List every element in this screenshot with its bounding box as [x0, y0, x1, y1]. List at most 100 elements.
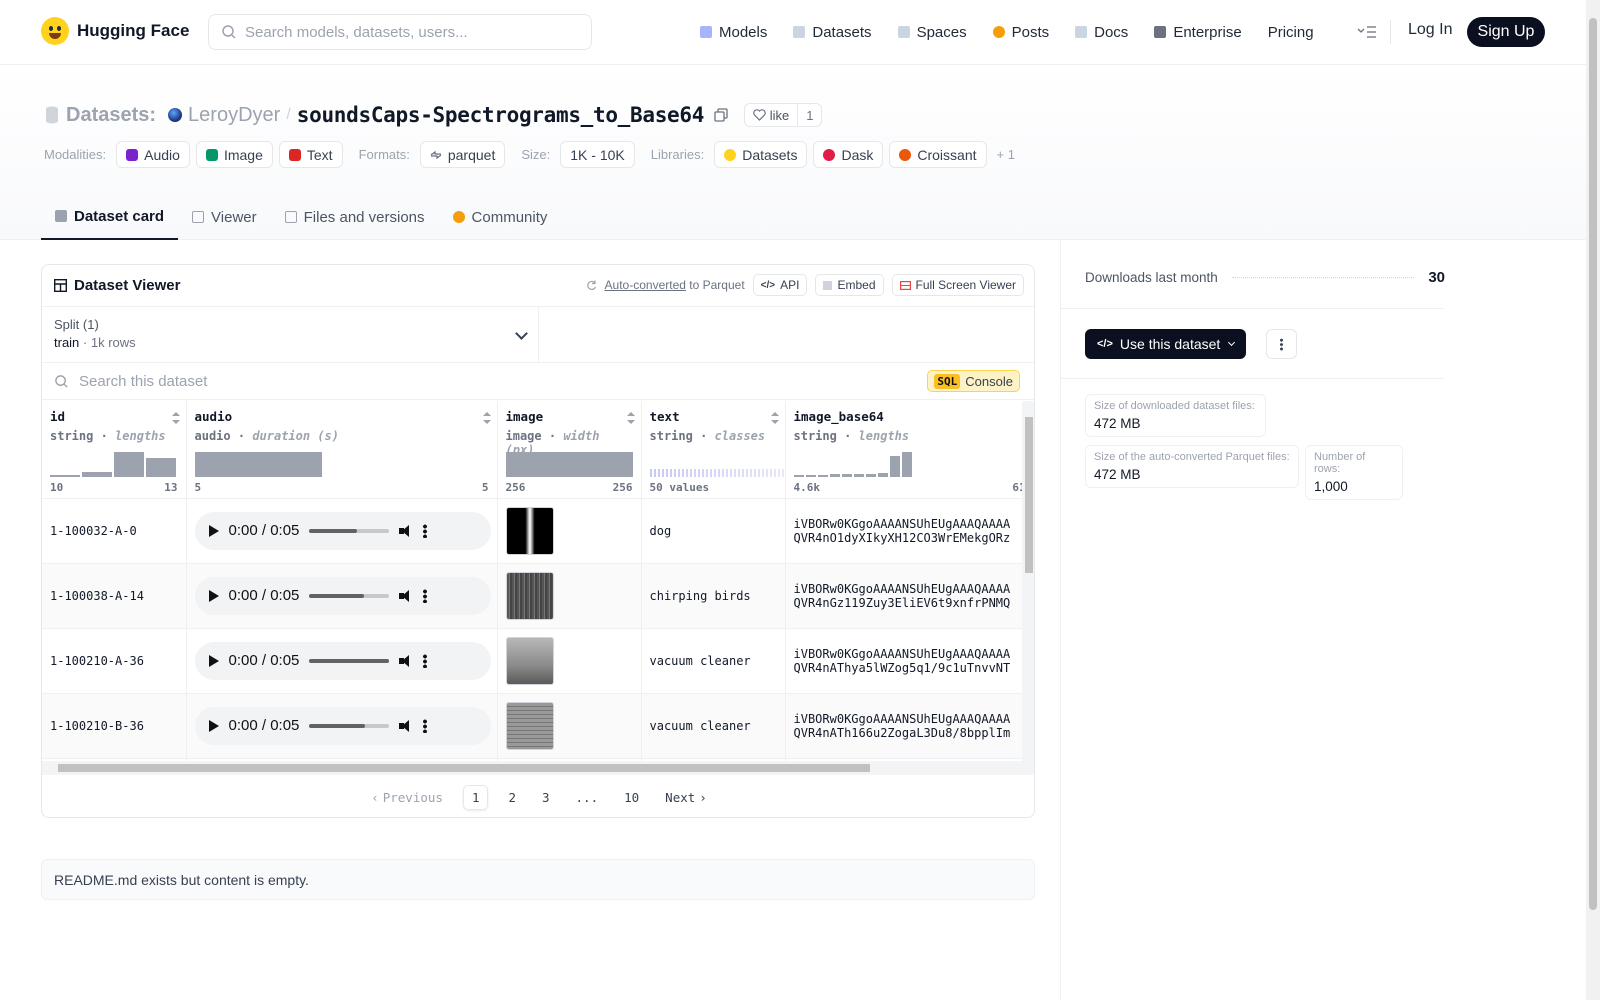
- modality-chip-text[interactable]: Text: [278, 141, 343, 168]
- more-menu-icon[interactable]: [1357, 25, 1377, 39]
- like-button[interactable]: like 1: [744, 103, 823, 127]
- class-bar[interactable]: [757, 468, 760, 477]
- class-bar[interactable]: [689, 468, 692, 477]
- login-link[interactable]: Log In: [1408, 21, 1452, 39]
- histogram-bar[interactable]: [505, 451, 633, 477]
- histogram-bar[interactable]: [114, 451, 144, 477]
- spectrogram-thumbnail[interactable]: [505, 701, 554, 750]
- audio-player[interactable]: 0:00 / 0:05: [194, 511, 491, 550]
- sort-icon[interactable]: [626, 412, 635, 424]
- previous-page-button[interactable]: ‹ Previous: [365, 786, 449, 809]
- library-chip-datasets[interactable]: Datasets: [714, 141, 808, 168]
- signup-button[interactable]: Sign Up: [1467, 17, 1545, 47]
- class-bar[interactable]: [705, 468, 708, 477]
- class-bar[interactable]: [685, 468, 688, 477]
- audio-seek-slider[interactable]: [309, 593, 390, 598]
- column-histogram[interactable]: [194, 449, 322, 477]
- class-bar[interactable]: [749, 468, 752, 477]
- histogram-bar[interactable]: [901, 451, 912, 477]
- full-screen-button[interactable]: Full Screen Viewer: [891, 274, 1024, 296]
- cell-text[interactable]: vacuum cleaner: [641, 628, 786, 694]
- sql-console-button[interactable]: SQL Console: [927, 370, 1020, 392]
- cell-image-base64[interactable]: iVBORw0KGgoAAAANSUhEUgAAAQAAAA QVR4nGz119…: [785, 563, 1022, 629]
- dataset-search[interactable]: SQLConsole: [42, 363, 1034, 400]
- volume-icon[interactable]: [399, 589, 413, 602]
- histogram-bar[interactable]: [853, 473, 864, 477]
- class-bar[interactable]: [737, 468, 740, 477]
- tab-viewer[interactable]: Viewer: [178, 194, 271, 240]
- volume-icon[interactable]: [399, 719, 413, 732]
- nav-models[interactable]: Models: [700, 24, 767, 41]
- tab-dataset-card[interactable]: Dataset card: [41, 194, 179, 240]
- cell-id[interactable]: 1-100038-A-14: [42, 563, 187, 629]
- class-bar[interactable]: [721, 468, 724, 477]
- cell-text[interactable]: chirping birds: [641, 563, 786, 629]
- library-chip-dask[interactable]: Dask: [813, 141, 884, 168]
- class-bar[interactable]: [781, 468, 784, 477]
- audio-player[interactable]: 0:00 / 0:05: [194, 576, 491, 615]
- cell-image-base64[interactable]: iVBORw0KGgoAAAANSUhEUgAAAQAAAA QVR4nO1dyX…: [785, 498, 1022, 564]
- play-icon[interactable]: [208, 589, 219, 602]
- class-bar[interactable]: [661, 468, 664, 477]
- page-scrollbar[interactable]: [1586, 0, 1600, 1000]
- class-bar[interactable]: [761, 468, 764, 477]
- kebab-icon[interactable]: [423, 523, 428, 538]
- column-histogram[interactable]: [505, 449, 633, 477]
- cell-id[interactable]: 1-100032-A-0: [42, 498, 187, 564]
- class-bar[interactable]: [653, 468, 656, 477]
- tab-files-and-versions[interactable]: Files and versions: [271, 194, 439, 240]
- dataset-search-input[interactable]: [79, 372, 679, 390]
- modality-chip-audio[interactable]: Audio: [116, 141, 190, 168]
- cell-id[interactable]: 1-100210-A-36: [42, 628, 187, 694]
- audio-player[interactable]: 0:00 / 0:05: [194, 706, 491, 745]
- page-3[interactable]: 3: [536, 786, 556, 809]
- class-bar[interactable]: [729, 468, 732, 477]
- embed-button[interactable]: Embed: [815, 274, 884, 296]
- class-bar[interactable]: [769, 468, 772, 477]
- audio-seek-slider[interactable]: [309, 528, 390, 533]
- histogram-bar[interactable]: [805, 474, 816, 477]
- split-dropdown[interactable]: Split (1) train · 1k rows: [42, 307, 539, 363]
- audio-seek-slider[interactable]: [309, 658, 390, 663]
- horizontal-scrollbar[interactable]: [42, 761, 1034, 775]
- class-bar[interactable]: [713, 468, 716, 477]
- histogram-bar[interactable]: [793, 474, 804, 477]
- column-histogram[interactable]: [50, 449, 176, 477]
- column-header-audio[interactable]: audio audio · duration (s) 5 5: [186, 401, 498, 499]
- class-bar[interactable]: [665, 468, 668, 477]
- page-2[interactable]: 2: [502, 786, 522, 809]
- audio-player[interactable]: 0:00 / 0:05: [194, 641, 491, 680]
- format-chip[interactable]: parquet: [419, 141, 506, 168]
- cell-text[interactable]: vacuum cleaner: [641, 693, 786, 759]
- audio-seek-slider[interactable]: [309, 723, 390, 728]
- histogram-bar[interactable]: [82, 471, 112, 477]
- class-bar[interactable]: [725, 468, 728, 477]
- table-row[interactable]: 1-100210-B-36 0:00 / 0:05 vacuum cleaner iV…: [42, 693, 1022, 759]
- play-icon[interactable]: [208, 524, 219, 537]
- histogram-bar[interactable]: [841, 473, 852, 477]
- cell-id[interactable]: 1-100210-B-36: [42, 693, 187, 759]
- column-header-text[interactable]: text string · classes 50 values: [641, 401, 848, 499]
- section-label[interactable]: Datasets:: [66, 104, 156, 127]
- class-bar[interactable]: [649, 468, 652, 477]
- page-scroll-thumb[interactable]: [1589, 18, 1597, 910]
- library-chip-croissant[interactable]: Croissant: [889, 141, 987, 168]
- size-chip[interactable]: 1K - 10K: [560, 141, 635, 168]
- class-bar[interactable]: [709, 468, 712, 477]
- class-bar[interactable]: [657, 468, 660, 477]
- kebab-icon[interactable]: [423, 653, 428, 668]
- class-bar[interactable]: [733, 468, 736, 477]
- column-header-id[interactable]: id string · lengths 10 13: [42, 401, 187, 499]
- class-bar[interactable]: [741, 468, 744, 477]
- table-row[interactable]: 1-100032-A-0 0:00 / 0:05 dog iVBORw0KGgoAAA…: [42, 498, 1022, 564]
- histogram-bar[interactable]: [817, 474, 828, 477]
- class-bar[interactable]: [669, 468, 672, 477]
- class-bar[interactable]: [777, 468, 780, 477]
- class-bar[interactable]: [697, 468, 700, 477]
- column-histogram[interactable]: [793, 449, 912, 477]
- more-options-button[interactable]: [1266, 329, 1297, 359]
- volume-icon[interactable]: [399, 654, 413, 667]
- column-header-image_base64[interactable]: image_base64string · lengths 4.6k 61.9k: [785, 401, 1022, 499]
- class-bar[interactable]: [745, 468, 748, 477]
- sort-icon[interactable]: [482, 412, 491, 424]
